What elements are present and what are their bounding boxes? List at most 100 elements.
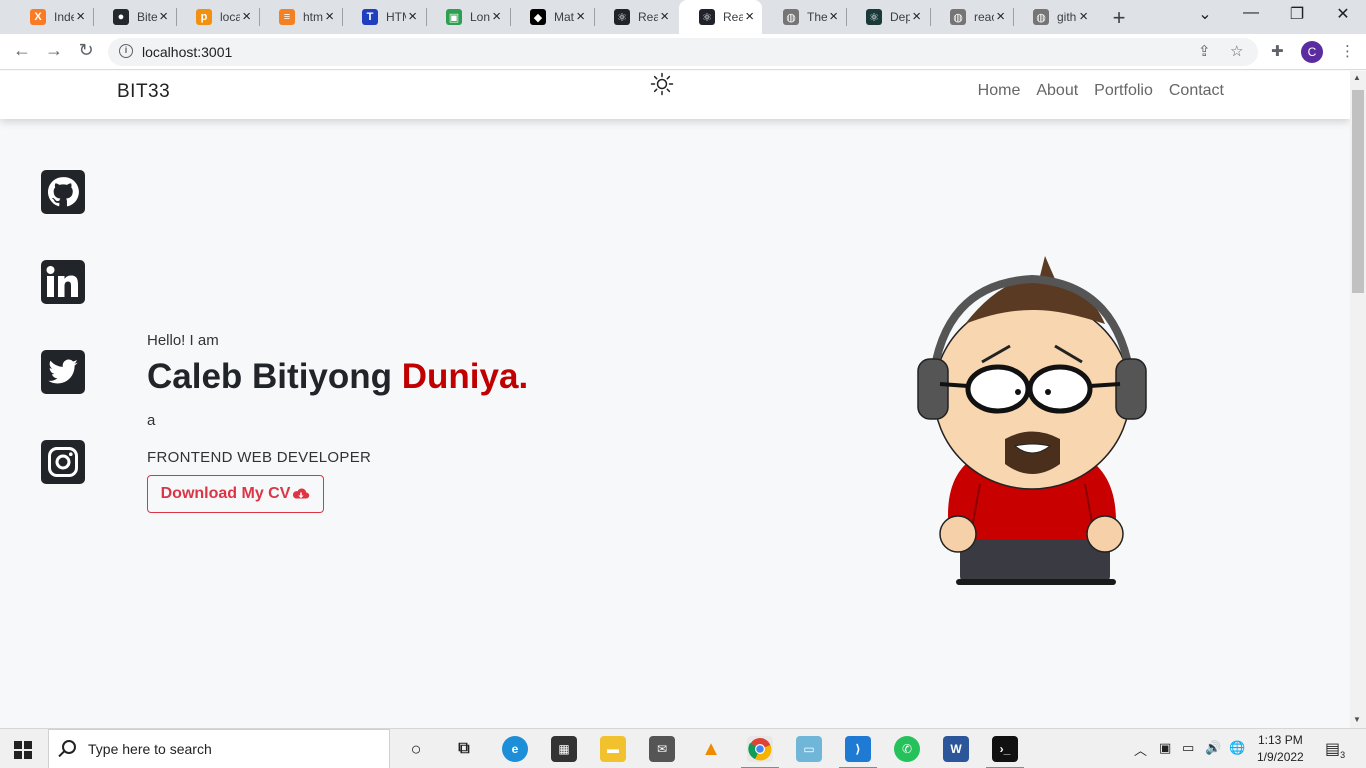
taskbar-clock[interactable]: 1:13 PM 1/9/2022 <box>1257 732 1304 766</box>
close-window-button[interactable]: ✕ <box>1330 4 1356 24</box>
extensions-icon[interactable]: ✚ <box>1271 42 1284 60</box>
file-explorer-icon[interactable]: ▬ <box>600 736 626 762</box>
scroll-down-arrow[interactable]: ▼ <box>1353 715 1361 724</box>
browser-tab[interactable]: ▣ Long× <box>426 0 509 34</box>
tab-favicon-icon: ▣ <box>446 9 462 25</box>
tab-close-icon[interactable]: × <box>660 9 669 25</box>
restore-button[interactable]: ❐ <box>1284 4 1310 24</box>
tab-close-icon[interactable]: × <box>1079 9 1088 25</box>
taskbar-search-placeholder: Type here to search <box>88 741 212 757</box>
address-bar[interactable]: i localhost:3001 ⇪ ☆ <box>108 38 1258 66</box>
notepad-icon[interactable]: ▭ <box>796 736 822 762</box>
browser-tab[interactable]: p localhost× <box>176 0 259 34</box>
linkedin-link[interactable] <box>41 260 85 304</box>
page-scrollbar[interactable]: ▲ ▼ <box>1350 71 1366 728</box>
tab-favicon-icon: ⚛ <box>614 9 630 25</box>
tab-close-icon[interactable]: × <box>912 9 921 25</box>
tab-title: react <box>974 10 994 24</box>
tab-favicon-icon: ◆ <box>530 9 546 25</box>
tab-close-icon[interactable]: × <box>242 9 251 25</box>
theme-toggle-sun-icon[interactable] <box>650 72 674 96</box>
browser-tab[interactable]: ◆ Material× <box>510 0 593 34</box>
tab-close-icon[interactable]: × <box>159 9 168 25</box>
site-menu: Home About Portfolio Contact <box>978 82 1224 100</box>
back-button[interactable]: ← <box>10 40 34 61</box>
tray-expand-icon[interactable]: ︿ <box>1134 740 1147 759</box>
browser-tab[interactable]: ◍ The × <box>763 0 846 34</box>
terminal-icon[interactable]: ›_ <box>986 736 1024 768</box>
github-link[interactable] <box>41 170 85 214</box>
tab-close-icon[interactable]: × <box>576 9 585 25</box>
word-icon[interactable]: W <box>943 736 969 762</box>
site-navbar: BIT33 Home About Portfolio Contact <box>0 71 1350 119</box>
tab-close-icon[interactable]: × <box>745 9 754 25</box>
tab-close-icon[interactable]: × <box>76 9 85 25</box>
twitter-icon <box>48 359 78 384</box>
chrome-logo-icon <box>748 738 772 761</box>
browser-tab[interactable]: ⚛ React× <box>679 0 762 34</box>
tab-title: Deploy <box>890 10 910 24</box>
tab-favicon-icon: X <box>30 9 46 25</box>
browser-tab[interactable]: ● Bitey× <box>93 0 176 34</box>
vscode-icon[interactable]: ⟩ <box>839 736 877 768</box>
tab-search-icon[interactable]: ⌄ <box>1192 4 1218 24</box>
scroll-up-arrow[interactable]: ▲ <box>1353 73 1361 82</box>
site-brand[interactable]: BIT33 <box>117 81 170 103</box>
nav-about-link[interactable]: About <box>1036 82 1078 100</box>
battery-icon[interactable]: ▭ <box>1182 740 1194 756</box>
menu-kebab-icon[interactable]: ⋮ <box>1340 42 1355 60</box>
taskbar-search-box[interactable]: Type here to search <box>48 729 390 768</box>
browser-tab[interactable]: ⚛ Deploy× <box>846 0 929 34</box>
tab-favicon-icon: ⚛ <box>699 9 715 25</box>
volume-icon[interactable]: 🔊 <box>1205 740 1221 756</box>
cortana-icon[interactable]: ○ <box>403 736 429 762</box>
site-info-icon[interactable]: i <box>119 44 133 58</box>
browser-tab[interactable]: ≡ html× <box>259 0 342 34</box>
browser-tab[interactable]: ⚛ React× <box>594 0 677 34</box>
chrome-icon[interactable] <box>741 736 779 768</box>
hero-name: Caleb Bitiyong Duniya. <box>147 357 528 397</box>
browser-tab[interactable]: ◍ react× <box>930 0 1013 34</box>
tab-title: The <box>807 10 827 24</box>
action-center-icon[interactable]: ▤3 <box>1325 739 1345 760</box>
share-icon[interactable]: ⇪ <box>1198 42 1211 60</box>
forward-button[interactable]: → <box>42 40 66 61</box>
browser-tab[interactable]: T HTML× <box>342 0 425 34</box>
windows-start-icon[interactable] <box>14 741 32 759</box>
whatsapp-icon[interactable]: ✆ <box>894 736 920 762</box>
new-tab-button[interactable]: + <box>1108 5 1130 31</box>
tab-close-icon[interactable]: × <box>829 9 838 25</box>
minimize-button[interactable]: — <box>1238 4 1264 22</box>
instagram-link[interactable] <box>41 440 85 484</box>
hero-name-accent: Duniya. <box>401 357 529 396</box>
meet-now-icon[interactable]: ▣ <box>1159 740 1171 756</box>
browser-tab[interactable]: ◍ github× <box>1013 0 1096 34</box>
task-view-icon[interactable]: ⧉ <box>451 736 477 762</box>
scrollbar-thumb[interactable] <box>1352 90 1364 293</box>
tab-favicon-icon: ◍ <box>783 9 799 25</box>
profile-avatar[interactable]: C <box>1301 41 1323 63</box>
edge-icon[interactable]: e <box>502 736 528 762</box>
hero-greeting: Hello! I am <box>147 332 219 349</box>
store-icon[interactable]: ▦ <box>551 736 577 762</box>
download-cv-label: Download My CV <box>160 485 291 502</box>
tab-favicon-icon: p <box>196 9 212 25</box>
tab-close-icon[interactable]: × <box>492 9 501 25</box>
mail-icon[interactable]: ✉ <box>649 736 675 762</box>
address-url[interactable]: localhost:3001 <box>142 44 232 60</box>
browser-tab[interactable]: X Index× <box>10 0 93 34</box>
reload-button[interactable]: ↻ <box>74 40 98 61</box>
tab-close-icon[interactable]: × <box>325 9 334 25</box>
tab-close-icon[interactable]: × <box>408 9 417 25</box>
nav-home-link[interactable]: Home <box>978 82 1021 100</box>
vlc-icon[interactable]: ▲ <box>698 736 724 762</box>
download-cv-button[interactable]: Download My CV <box>147 475 324 513</box>
bookmark-star-icon[interactable]: ☆ <box>1230 42 1243 60</box>
tab-title: Long <box>470 10 490 24</box>
tab-favicon-icon: ≡ <box>279 9 295 25</box>
nav-contact-link[interactable]: Contact <box>1169 82 1224 100</box>
twitter-link[interactable] <box>41 350 85 394</box>
tab-close-icon[interactable]: × <box>996 9 1005 25</box>
language-globe-icon[interactable]: 🌐 <box>1229 740 1245 756</box>
nav-portfolio-link[interactable]: Portfolio <box>1094 82 1153 100</box>
